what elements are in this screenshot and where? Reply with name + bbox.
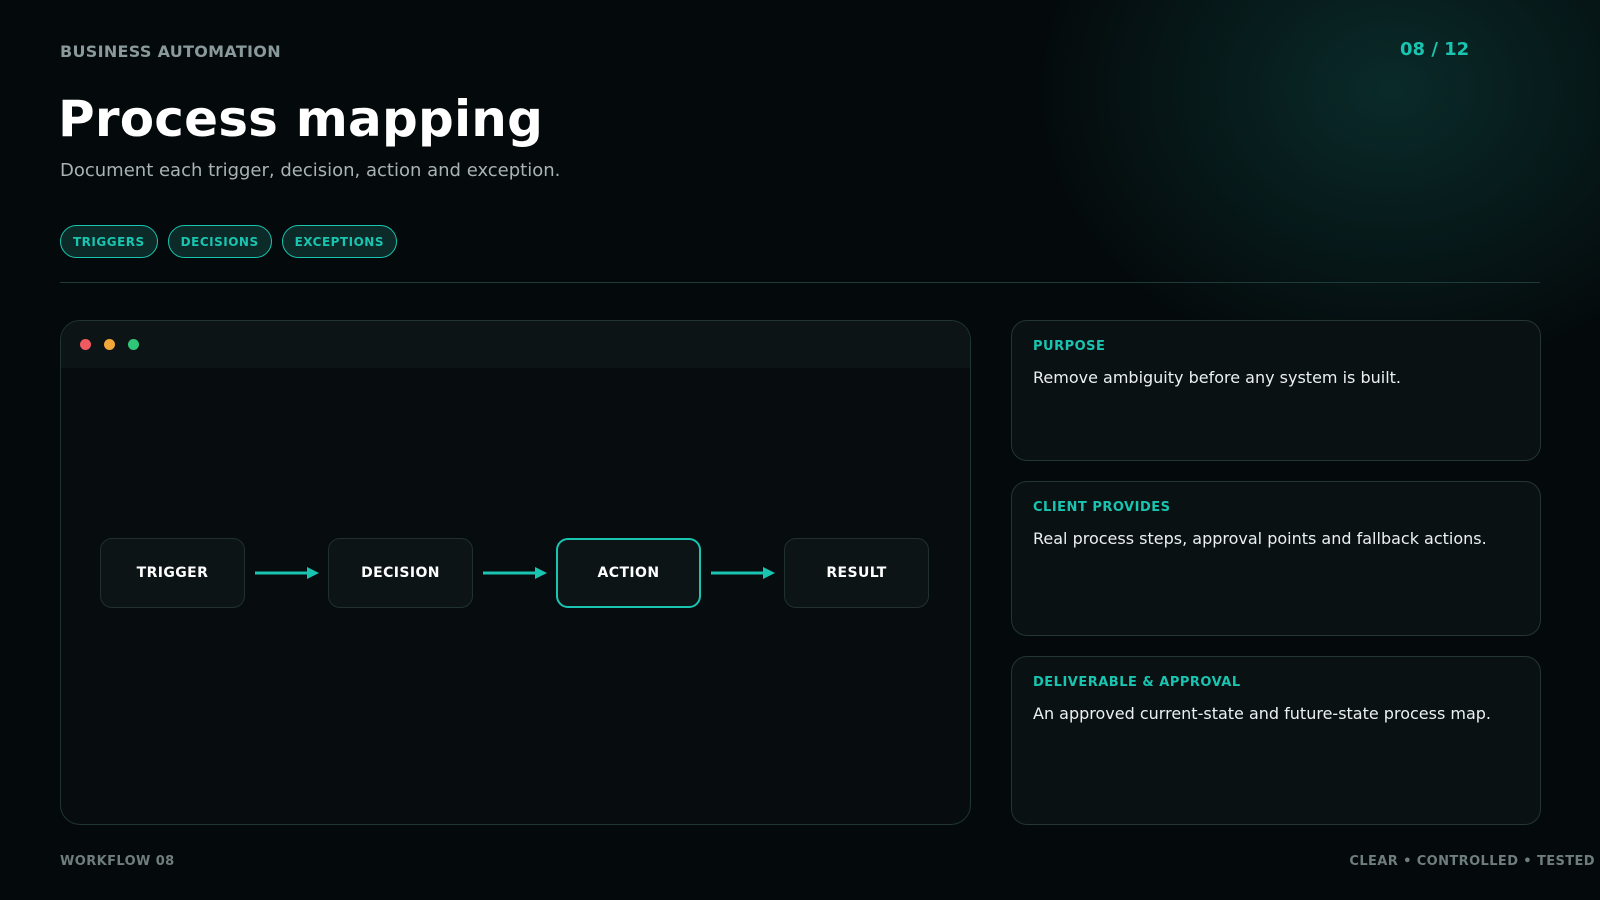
process-flow: TRIGGER DECISION ACTION RESULT bbox=[100, 538, 929, 608]
flow-node-decision: DECISION bbox=[328, 538, 473, 608]
card-text: Real process steps, approval points and … bbox=[1033, 529, 1487, 548]
card-label: CLIENT PROVIDES bbox=[1033, 500, 1171, 515]
card-deliverable-approval: DELIVERABLE & APPROVAL An approved curre… bbox=[1011, 656, 1541, 825]
flow-node-action: ACTION bbox=[556, 538, 701, 608]
arrow-right-icon bbox=[701, 538, 784, 608]
arrow-right-icon bbox=[245, 538, 328, 608]
card-client-provides: CLIENT PROVIDES Real process steps, appr… bbox=[1011, 481, 1541, 636]
card-text: Remove ambiguity before any system is bu… bbox=[1033, 368, 1401, 387]
tag-decisions: DECISIONS bbox=[167, 225, 272, 258]
tag-exceptions: EXCEPTIONS bbox=[281, 225, 397, 258]
tag-list: TRIGGERS DECISIONS EXCEPTIONS bbox=[60, 225, 397, 258]
page-subtitle: Document each trigger, decision, action … bbox=[60, 160, 561, 181]
page-title: Process mapping bbox=[58, 90, 544, 148]
flow-node-trigger: TRIGGER bbox=[100, 538, 245, 608]
maximize-dot-icon[interactable] bbox=[128, 339, 139, 350]
arrow-right-icon bbox=[473, 538, 556, 608]
footer-tagline: CLEAR • CONTROLLED • TESTED bbox=[1349, 854, 1595, 869]
minimize-dot-icon[interactable] bbox=[104, 339, 115, 350]
header-divider bbox=[60, 282, 1540, 283]
footer-workflow-label: WORKFLOW 08 bbox=[60, 854, 175, 869]
card-label: DELIVERABLE & APPROVAL bbox=[1033, 675, 1241, 690]
section-eyebrow: BUSINESS AUTOMATION bbox=[60, 42, 281, 61]
window-titlebar bbox=[61, 321, 970, 368]
page-indicator: 08 / 12 bbox=[1400, 39, 1470, 60]
close-dot-icon[interactable] bbox=[80, 339, 91, 350]
card-text: An approved current-state and future-sta… bbox=[1033, 704, 1492, 723]
card-label: PURPOSE bbox=[1033, 339, 1106, 354]
tag-triggers: TRIGGERS bbox=[60, 225, 158, 258]
process-window: TRIGGER DECISION ACTION RESULT bbox=[60, 320, 971, 825]
card-purpose: PURPOSE Remove ambiguity before any syst… bbox=[1011, 320, 1541, 461]
flow-node-result: RESULT bbox=[784, 538, 929, 608]
